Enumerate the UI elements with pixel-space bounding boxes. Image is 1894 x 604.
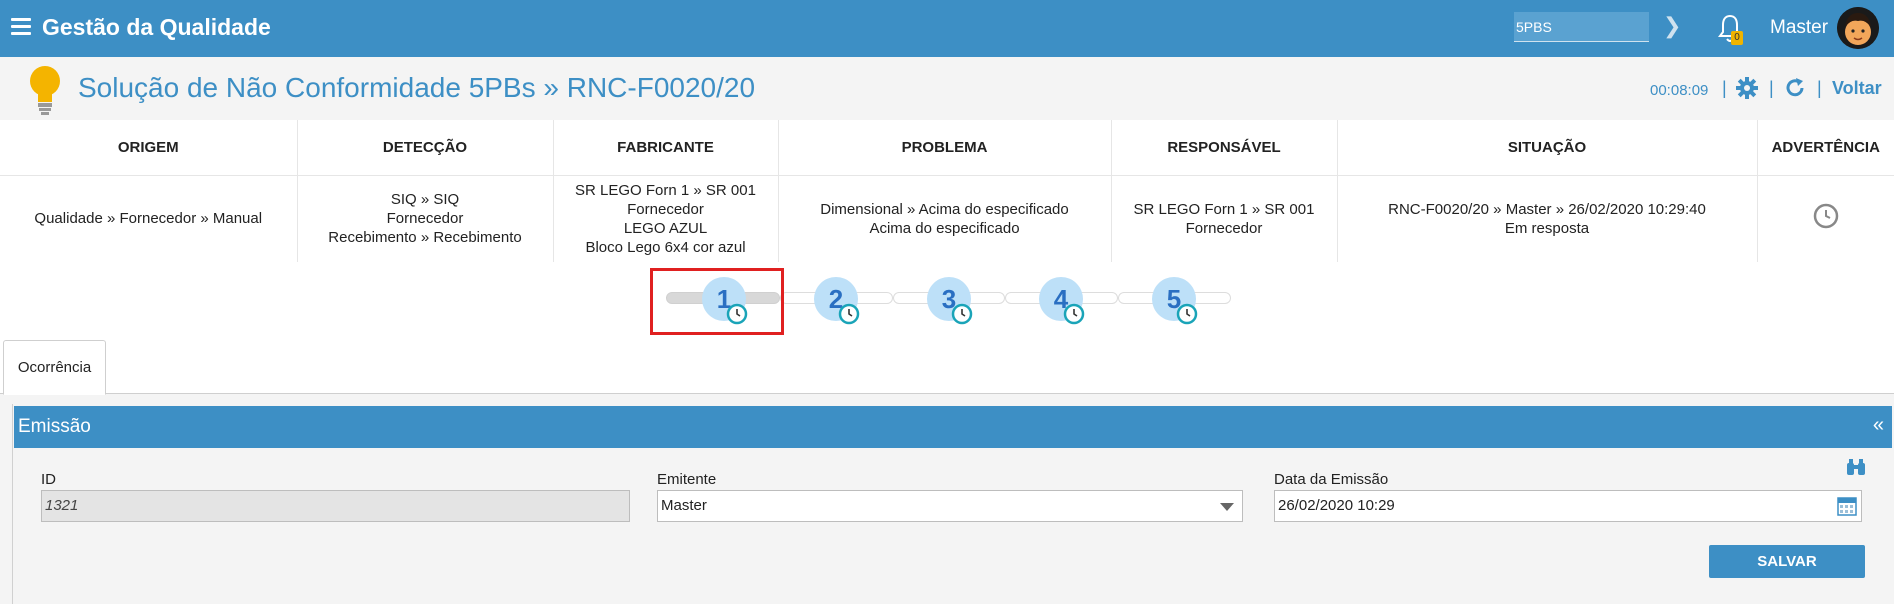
nonconformity-summary-table: ORIGEM DETECÇÃO FABRICANTE PROBLEMA RESP… [0,120,1894,262]
cell-advertencia [1757,175,1894,262]
cell-problema: Dimensional » Acima do especificado Acim… [778,175,1112,262]
clock-icon [951,303,973,325]
back-link[interactable]: Voltar [1832,78,1882,99]
app-title: Gestão da Qualidade [42,14,271,40]
cell-deteccao: SIQ » SIQ Fornecedor Recebimento » Receb… [297,175,554,262]
emitente-select[interactable]: Master [657,490,1243,522]
column-header-responsavel: RESPONSÁVEL [1111,120,1338,176]
cell-line: Qualidade » Fornecedor » Manual [34,210,263,228]
data-emissao-value: 26/02/2020 10:29 [1278,497,1395,514]
cell-responsavel: SR LEGO Forn 1 » SR 001 Fornecedor [1111,175,1338,262]
cell-line: Em resposta [1504,219,1590,237]
separator: | [1817,78,1822,98]
top-bar: Gestão da Qualidade ❯ 0 Master [0,0,1894,57]
user-name[interactable]: Master [1770,17,1828,39]
refresh-icon[interactable] [1784,77,1806,99]
session-timer: 00:08:09 [1650,82,1709,99]
cell-line: Fornecedor [386,210,464,228]
tab-strip [0,340,1894,394]
search-go-icon[interactable]: ❯ [1663,13,1681,39]
step-highlight-box [650,268,784,335]
cell-line: Acima do especificado [869,219,1020,237]
clock-icon[interactable] [1813,203,1839,229]
emitente-label: Emitente [657,471,717,488]
separator: | [1722,78,1727,98]
column-header-origem: ORIGEM [0,120,298,176]
emitente-value: Master [661,497,707,514]
table-row: Qualidade » Fornecedor » Manual SIQ » SI… [0,175,1894,262]
column-header-advertencia: ADVERTÊNCIA [1757,120,1894,176]
hamburger-menu-icon[interactable] [11,18,31,36]
cell-situacao: RNC-F0020/20 » Master » 26/02/2020 10:29… [1337,175,1758,262]
chevron-down-icon [1220,503,1234,511]
cell-origem: Qualidade » Fornecedor » Manual [0,175,298,262]
data-emissao-field[interactable]: 26/02/2020 10:29 [1274,490,1862,522]
search-input[interactable] [1514,12,1649,42]
save-button[interactable]: SALVAR [1709,545,1865,578]
column-header-deteccao: DETECÇÃO [297,120,554,176]
collapse-icon[interactable]: « [1873,414,1884,437]
cell-line: Fornecedor [1185,219,1263,237]
cell-line: Dimensional » Acima do especificado [820,200,1069,218]
id-label: ID [41,471,56,488]
gear-icon[interactable] [1736,77,1758,99]
cell-line: SIQ » SIQ [390,191,460,209]
page-title: Solução de Não Conformidade 5PBs » RNC-F… [78,72,756,103]
lightbulb-icon [30,66,60,115]
clock-icon [1063,303,1085,325]
column-header-fabricante: FABRICANTE [553,120,779,176]
separator: | [1769,78,1774,98]
cell-line: Fornecedor [627,200,704,218]
cell-fabricante: SR LEGO Forn 1 » SR 001 Fornecedor LEGO … [553,175,779,262]
cell-line: SR LEGO Forn 1 » SR 001 [1133,200,1315,218]
panel-header: Emissão « [14,406,1892,448]
cell-line: Recebimento » Recebimento [328,229,522,247]
column-header-problema: PROBLEMA [778,120,1112,176]
column-header-situacao: SITUAÇÃO [1337,120,1758,176]
table-header-row: ORIGEM DETECÇÃO FABRICANTE PROBLEMA RESP… [0,120,1894,176]
tab-ocorrencia[interactable]: Ocorrência [3,340,106,395]
notification-badge: 0 [1731,31,1743,45]
id-field: 1321 [41,490,630,522]
panel-title: Emissão [18,416,91,437]
clock-icon [1176,303,1198,325]
clock-icon [838,303,860,325]
avatar[interactable] [1837,7,1879,49]
binoculars-icon[interactable] [1846,458,1866,476]
cell-line: LEGO AZUL [623,219,708,237]
data-emissao-label: Data da Emissão [1274,471,1389,488]
cell-line: RNC-F0020/20 » Master » 26/02/2020 10:29… [1388,200,1706,218]
cell-line: SR LEGO Forn 1 » SR 001 [575,181,756,199]
calendar-icon[interactable] [1837,496,1857,516]
cell-line: Bloco Lego 6x4 cor azul [585,238,746,256]
